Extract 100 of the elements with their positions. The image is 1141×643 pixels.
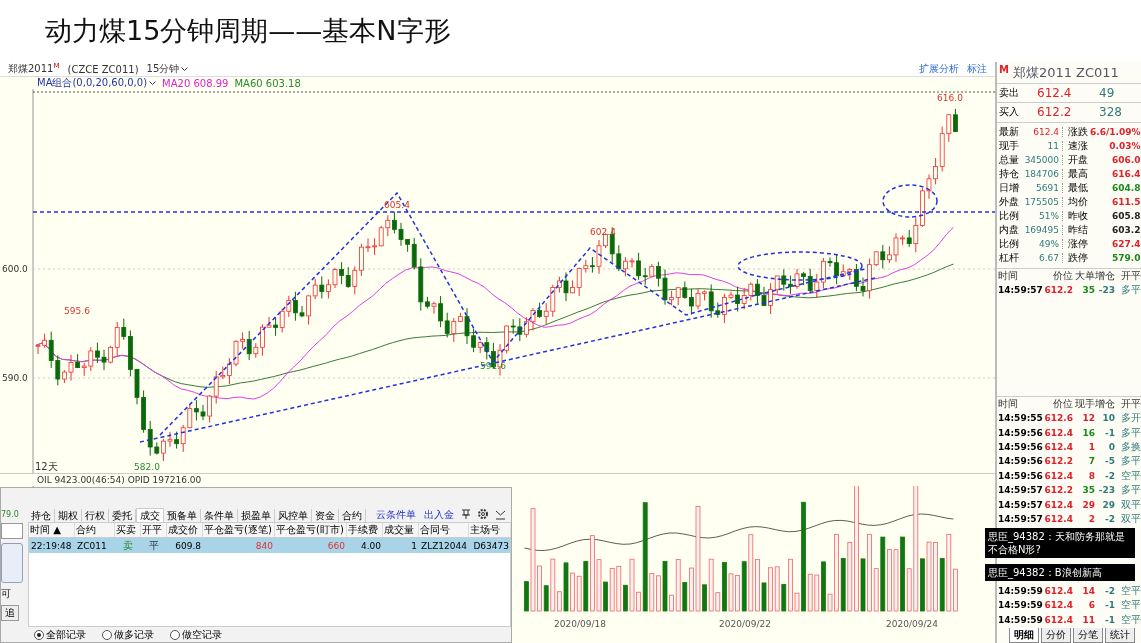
table-cell-text: 双平 <box>1120 512 1141 527</box>
panel-tab[interactable]: 明细 <box>1009 628 1039 643</box>
pin-icon[interactable] <box>461 509 471 520</box>
column-header[interactable]: 成交价 <box>167 523 203 537</box>
order-book-label: 买入 <box>998 105 1020 120</box>
stat-label: 昨结 <box>1067 222 1089 237</box>
table-cell: 612.4 <box>1043 427 1073 438</box>
stat-label: 最低 <box>1067 180 1089 195</box>
indicator-values: OIL 9423.00(46:54) OPID 197216.00 <box>37 475 202 485</box>
axis-label: 600.0 <box>2 264 28 274</box>
table-cell-text: D63473 <box>472 540 510 551</box>
order-book-volume: 328 <box>1098 105 1122 120</box>
ma-group-dropdown[interactable]: MA组合(0,0,20,60,0,0) <box>37 76 157 90</box>
order-book-volume: 49 <box>1098 86 1115 101</box>
market-mark: M <box>999 64 1009 75</box>
table-cell-text: 多平 <box>1120 454 1141 469</box>
column-header: 开平 <box>1120 268 1141 283</box>
table-cell: 612.2 <box>1043 485 1073 496</box>
stat-label: 总量 <box>998 152 1020 167</box>
table-cell: 14:59:59 <box>997 614 1043 625</box>
price-label: 591.6 <box>480 361 506 371</box>
table-cell-text: ZC011 <box>76 540 108 551</box>
collapse-icon[interactable] <box>495 510 506 520</box>
table-cell-text: -1 <box>1104 614 1115 625</box>
panel-tab[interactable]: 分价 <box>1041 628 1071 643</box>
table-cell-text: 29 <box>1081 499 1095 510</box>
column-header[interactable]: 合约 <box>75 523 115 537</box>
table-cell-text: 840 <box>254 540 274 551</box>
table-cell-text: 1 <box>410 540 418 551</box>
table-cell-text: -23 <box>1097 485 1115 496</box>
table-cell-text: 35 <box>1081 284 1095 295</box>
column-header[interactable]: 时间 ▲ <box>29 523 75 537</box>
period-dropdown[interactable]: 15分钟 <box>146 62 189 76</box>
stat-label: 最高 <box>1067 166 1089 181</box>
table-cell: 612.4 <box>1043 514 1073 525</box>
settings-icon[interactable] <box>477 508 489 520</box>
toolbar-link[interactable]: 扩展分析 <box>919 62 959 76</box>
order-book-price: 612.4 <box>1037 86 1073 101</box>
column-header[interactable]: 主场号 <box>469 523 511 537</box>
column-header[interactable]: 平仓盈亏(盯市) <box>275 523 347 537</box>
column-header[interactable]: 成交量 <box>383 523 419 537</box>
tab[interactable]: 成交 <box>136 508 164 522</box>
radio-label[interactable]: 做空记录 <box>182 627 222 642</box>
table-cell: 14:59:55 <box>997 413 1043 424</box>
table-cell: 14:59:59 <box>997 586 1043 597</box>
stat-value: 51% <box>1021 210 1063 221</box>
radio-label[interactable]: 做多记录 <box>114 627 154 642</box>
column-header[interactable]: 合同号 <box>419 523 469 537</box>
stat-value: 604.8 <box>1111 182 1141 193</box>
table-cell: 14:59:56 <box>997 470 1043 481</box>
stat-value: 579.0 <box>1111 252 1141 263</box>
table-row[interactable]: 22:19:48 ZC011 卖 平 609.8 840 660 4.00 1 ZLZ12044 D63473 <box>29 538 510 553</box>
column-header[interactable]: 买卖 <box>115 523 141 537</box>
stat-label: 杠杆 <box>998 250 1020 265</box>
column-header[interactable]: 手续费 <box>347 523 383 537</box>
stat-label: 外盘 <box>998 194 1020 209</box>
spinner-control[interactable] <box>1 523 23 539</box>
table-cell-text: -1 <box>1104 427 1115 438</box>
toolbar-link[interactable]: 出入金 <box>424 508 454 522</box>
table-cell-text: 双平 <box>1120 497 1141 512</box>
table-cell-text: 11 <box>1081 614 1095 625</box>
price-value: 79.0 <box>1 510 19 519</box>
side-button[interactable]: 追 <box>1 605 19 621</box>
axis-label: 590.0 <box>2 373 28 383</box>
table-cell-text: 多开 <box>1120 411 1141 426</box>
radio-button[interactable] <box>34 629 44 640</box>
column-header: 价位 <box>1052 268 1073 283</box>
instrument-code: ZC011 <box>1076 65 1119 81</box>
toolbar-link[interactable]: 标注 <box>967 62 987 76</box>
radio-label[interactable]: 全部记录 <box>46 627 86 642</box>
table-cell-text: 多换 <box>1120 440 1141 454</box>
price-label: 582.0 <box>134 462 160 472</box>
stat-value: 612.4 <box>1021 126 1063 137</box>
caret-icon <box>181 66 189 72</box>
radio-button[interactable] <box>102 629 112 640</box>
toolbar-link[interactable]: 云条件单 <box>376 508 416 522</box>
column-header: 大单 <box>1074 268 1095 283</box>
table-cell: 612.4 <box>1043 614 1073 625</box>
column-header: 价位 <box>1052 397 1073 411</box>
stat-label: 最新 <box>998 124 1020 139</box>
panel-tab[interactable]: 分笔 <box>1073 628 1103 643</box>
table-cell: 14:59:56 <box>997 442 1043 452</box>
stat-value: 605.8 <box>1111 210 1141 221</box>
stat-value: 175505 <box>1021 196 1063 207</box>
table-cell-text: 29 <box>1101 499 1115 510</box>
table-cell: 14:59:59 <box>997 600 1043 611</box>
table-cell-text: 8 <box>1087 470 1095 481</box>
stat-label: 昨收 <box>1067 208 1089 223</box>
stat-value: 184706 <box>1021 168 1063 179</box>
column-header[interactable]: 平仓盈亏(逐笔) <box>203 523 275 537</box>
stat-label: 持仓 <box>998 166 1020 181</box>
stat-value: 603.2 <box>1111 224 1141 235</box>
chat-message: 思臣_94382：B浪创新高 <box>985 564 1135 581</box>
radio-button[interactable] <box>170 629 180 640</box>
stat-label: 现手 <box>998 138 1020 153</box>
panel-tab[interactable]: 统计 <box>1105 628 1135 643</box>
column-header[interactable]: 开平 <box>141 523 167 537</box>
contract-code: (CZCE ZC011) <box>67 63 139 75</box>
order-book-label: 卖出 <box>998 86 1020 101</box>
order-book-price: 612.2 <box>1037 105 1073 120</box>
